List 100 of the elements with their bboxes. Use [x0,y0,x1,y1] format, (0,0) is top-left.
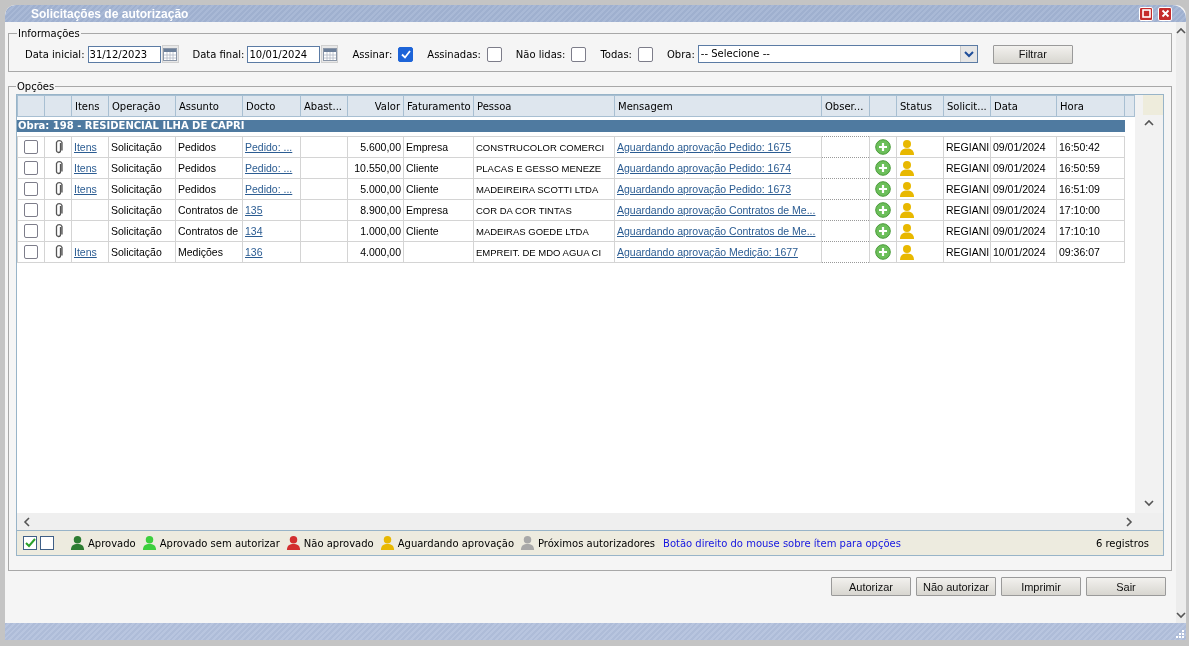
table-cell: Empresa [403,136,474,158]
column-header[interactable]: Valor [347,95,404,117]
header-cell[interactable] [869,95,897,117]
action-button[interactable]: Não autorizar [916,577,996,596]
table-cell: Solicitação [108,136,176,158]
column-header[interactable]: Operação [108,95,176,117]
table-cell: Solicitação [108,220,176,242]
legend-label: Não aprovado [303,537,374,549]
legend-label: Próximos autorizadores [538,537,655,549]
row-checkbox[interactable] [24,245,38,260]
date-field[interactable]: 31/12/2023 [87,45,161,63]
header-cell[interactable] [44,95,72,117]
paperclip-icon[interactable] [53,223,63,239]
table-cell: Solicitação [108,178,176,200]
paperclip-icon[interactable] [53,181,63,197]
table-cell: 09/01/2024 [990,178,1057,200]
resize-grip-icon[interactable] [1175,629,1184,638]
table-cell: 4.000,00 [347,241,404,263]
scroll-up-icon[interactable] [1144,119,1154,126]
calendar-icon[interactable] [161,45,179,63]
table-cell: Solicitação [108,241,176,263]
paperclip-icon[interactable] [53,139,63,155]
row-checkbox[interactable] [24,182,38,197]
document-link[interactable]: 134 [245,225,263,237]
add-icon[interactable] [875,181,891,197]
filter-button[interactable]: Filtrar [992,44,1073,64]
hint-text: Botão direito do mouse sobre ítem para opções [663,537,901,549]
calendar-icon[interactable] [321,45,339,63]
paperclip-icon[interactable] [53,160,63,176]
table-cell: 17:10:10 [1056,220,1125,242]
scroll-right-icon[interactable] [1126,516,1133,527]
select-all-checkbox[interactable] [40,536,54,550]
add-icon[interactable] [875,160,891,176]
action-button[interactable]: Imprimir [1001,577,1081,596]
table-cell: PLACAS E GESSO MENEZE [473,157,615,179]
column-header[interactable]: Abast... [300,95,348,117]
table-cell: REGIANI [943,241,991,263]
action-button[interactable]: Sair [1086,577,1166,596]
column-header[interactable]: Pessoa [473,95,615,117]
checkbox[interactable] [486,46,502,62]
scroll-left-icon[interactable] [23,516,30,527]
table-cell: Cliente [403,178,474,200]
panel-legend: Informações [17,28,81,39]
document-link[interactable]: 136 [245,246,263,258]
table-cell: REGIANI [943,178,991,200]
row-checkbox[interactable] [24,224,38,239]
checkbox-label: Assinar: [352,48,393,60]
table-cell: 10/01/2024 [990,241,1057,263]
checkbox[interactable] [398,46,414,62]
maximize-button[interactable] [1139,6,1153,21]
table-cell: Solicitação [108,199,176,221]
add-icon[interactable] [875,202,891,218]
column-header[interactable]: Assunto [175,95,243,117]
scroll-down-icon[interactable] [1144,500,1154,507]
checkbox[interactable] [571,46,587,62]
table-cell: Solicitação [108,157,176,179]
column-header[interactable]: Itens [71,95,109,117]
paperclip-icon[interactable] [53,202,63,218]
obra-dropdown[interactable]: -- Selecione -- [697,45,978,63]
window-title: Solicitações de autorização [31,6,190,21]
add-icon[interactable] [875,244,891,260]
close-button[interactable] [1158,6,1172,21]
column-header[interactable]: Faturamento [403,95,474,117]
column-header[interactable]: Solicit... [943,95,991,117]
scroll-down-icon[interactable] [1176,612,1186,619]
table-cell: 09:36:07 [1056,241,1125,263]
table-cell: Contratos de [175,220,243,242]
add-icon[interactable] [875,139,891,155]
row-checkbox[interactable] [24,161,38,176]
table-cell: 09/01/2024 [990,199,1057,221]
table-cell: REGIANI [943,199,991,221]
date-field[interactable]: 10/01/2024 [247,45,321,63]
checkbox[interactable] [638,46,653,62]
column-header[interactable]: Data [990,95,1057,117]
table-cell: REGIANI [943,220,991,242]
paperclip-icon[interactable] [53,244,63,260]
column-header[interactable]: Status [896,95,944,117]
column-header[interactable]: Hora [1056,95,1125,117]
table-cell: EMPREIT. DE MDO AGUA CI [473,241,615,263]
table-cell: 16:51:09 [1056,178,1125,200]
legend-label: Aprovado [88,537,136,549]
column-header[interactable]: Mensagem [614,95,822,117]
document-link[interactable]: 135 [245,204,263,216]
table-cell: Cliente [403,157,474,179]
select-all-checkbox[interactable] [23,536,37,550]
action-button[interactable]: Autorizar [831,577,911,596]
caret-icon[interactable] [963,50,974,58]
add-icon[interactable] [875,223,891,239]
checkbox-label: Assinadas: [427,48,481,60]
scroll-up-icon[interactable] [1176,27,1186,34]
column-header[interactable]: Obser... [821,95,870,117]
table-cell: REGIANI [943,136,991,158]
row-checkbox[interactable] [24,140,38,155]
header-cell[interactable] [17,95,45,117]
table-cell: 10.550,00 [347,157,404,179]
row-checkbox[interactable] [24,203,38,218]
table-cell: COR DA COR TINTAS [473,199,615,221]
field-label: Data inicial: [25,48,85,60]
column-header[interactable]: Docto [242,95,301,117]
table-cell: Pedidos [175,157,243,179]
